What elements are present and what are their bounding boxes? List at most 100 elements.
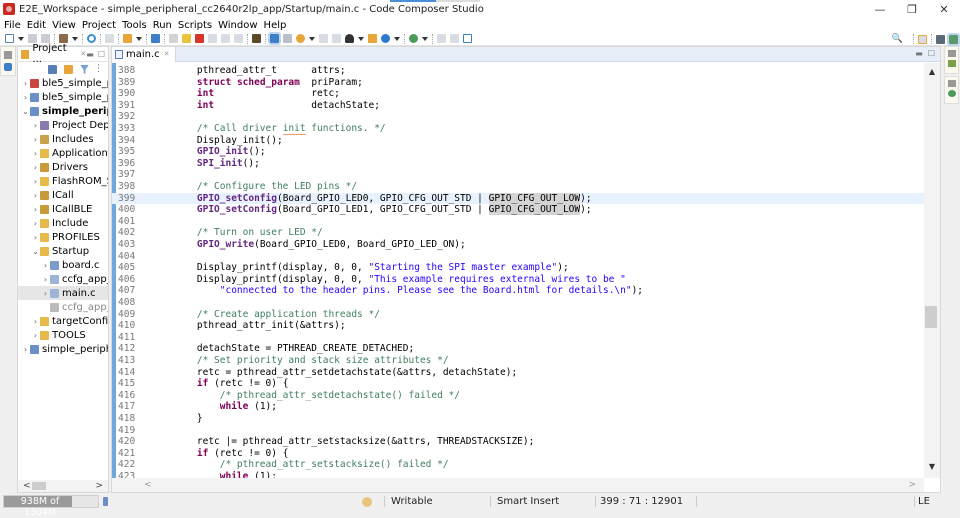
project-explorer-tab[interactable]: Project ... ✕ ▬ ☐	[18, 43, 108, 65]
step-into-icon[interactable]	[208, 34, 217, 43]
chevron-down-icon[interactable]: ⌄	[31, 247, 40, 256]
chevron-right-icon[interactable]: ›	[41, 275, 50, 284]
chevron-right-icon[interactable]: ›	[21, 79, 30, 88]
gear-view-icon[interactable]	[947, 90, 956, 97]
chevron-right-icon[interactable]: ›	[31, 191, 40, 200]
tree-item[interactable]: › Project Dependencies	[18, 118, 108, 132]
chevron-right-icon[interactable]: ›	[31, 135, 40, 144]
link-with-editor-icon[interactable]	[64, 64, 73, 74]
restore-button[interactable]: ❐	[896, 0, 928, 18]
filter-icon[interactable]	[80, 64, 89, 74]
code-line[interactable]: 391 int detachState;	[112, 100, 924, 112]
code-line[interactable]: 407 "connected to the header pins. Pleas…	[112, 285, 924, 297]
minimize-button[interactable]: —	[864, 0, 896, 18]
menu-view[interactable]: View	[49, 20, 79, 31]
close-button[interactable]: ✕	[928, 0, 960, 18]
tree-item[interactable]: › TOOLS	[18, 328, 108, 342]
scroll-left-icon[interactable]: <	[23, 481, 31, 491]
tree-item[interactable]: › ble5_simple_peripheral_cc2640r2lp_app	[18, 76, 108, 90]
chevron-right-icon[interactable]: ›	[21, 93, 30, 102]
code-line[interactable]: 401	[112, 216, 924, 228]
scroll-right-icon[interactable]: >	[908, 480, 916, 490]
editor-horizontal-scrollbar[interactable]: < >	[112, 478, 924, 492]
debug-icon[interactable]	[87, 34, 96, 43]
build-dropdown-icon[interactable]	[72, 36, 78, 41]
ccs-edit-perspective-icon[interactable]	[936, 34, 945, 44]
collapse-all-icon[interactable]	[48, 64, 57, 74]
chevron-right-icon[interactable]: ›	[31, 149, 40, 158]
code-line[interactable]: 392	[112, 111, 924, 123]
code-line[interactable]: 413 /* Set priority and stack size attri…	[112, 355, 924, 367]
build-hammer-icon[interactable]	[59, 34, 68, 43]
resume-icon[interactable]	[169, 34, 178, 43]
tree-item[interactable]: ccfg_app_ble_rcosc.c	[18, 300, 108, 314]
code-line[interactable]: 395 GPIO_init();	[112, 146, 924, 158]
chevron-right-icon[interactable]: ›	[21, 345, 30, 354]
code-line[interactable]: 414 retc = pthread_attr_setdetachstate(&…	[112, 367, 924, 379]
scroll-down-icon[interactable]: ▼	[924, 462, 940, 474]
chevron-right-icon[interactable]: ›	[31, 331, 40, 340]
debug-dropdown-icon[interactable]	[394, 36, 400, 41]
code-line[interactable]: 388 pthread_attr_t attrs;	[112, 65, 924, 77]
tree-item[interactable]: › Include	[18, 216, 108, 230]
code-line[interactable]: 416 /* pthread_attr_setdetachstate() fai…	[112, 390, 924, 402]
code-line[interactable]: 393 /* Call driver init functions. */	[112, 123, 924, 135]
code-line[interactable]: 404	[112, 251, 924, 263]
code-line[interactable]: 398 /* Configure the LED pins */	[112, 181, 924, 193]
external-tool-icon[interactable]	[345, 34, 354, 43]
view-menu-icon[interactable]: ⋮	[94, 64, 103, 74]
code-line[interactable]: 409 /* Create application threads */	[112, 309, 924, 321]
code-line[interactable]: 417 while (1);	[112, 401, 924, 413]
tree-item[interactable]: › FlashROM_StackLibrary	[18, 174, 108, 188]
target-icon[interactable]	[105, 34, 114, 43]
explorer-horizontal-scrollbar[interactable]: < >	[18, 480, 108, 492]
menu-edit[interactable]: Edit	[24, 20, 49, 31]
scroll-left-icon[interactable]: <	[144, 480, 152, 490]
code-line[interactable]: 422 /* pthread_attr_setstacksize() faile…	[112, 459, 924, 471]
maximize-view-icon[interactable]: ☐	[98, 50, 105, 59]
code-line[interactable]: 405 Display_printf(display, 0, 0, "Start…	[112, 262, 924, 274]
code-line[interactable]: 419	[112, 425, 924, 437]
chevron-right-icon[interactable]: ›	[31, 121, 40, 130]
debug-bug-icon[interactable]	[381, 34, 390, 43]
chevron-down-icon[interactable]: ⌄	[21, 107, 30, 116]
outline-view-icon[interactable]	[947, 60, 956, 67]
tree-item[interactable]: ⌄ simple_peripheral_cc2640r2lp_app	[18, 104, 108, 118]
tree-item[interactable]: › main.c	[18, 286, 108, 300]
insert-mode-status[interactable]: Smart Insert	[497, 493, 559, 510]
maximize-editor-icon[interactable]: ☐	[928, 49, 935, 58]
run-green-icon[interactable]	[368, 34, 377, 43]
tree-item[interactable]: › board.c	[18, 258, 108, 272]
tree-item[interactable]: › ICallBLE	[18, 202, 108, 216]
code-line[interactable]: 408	[112, 297, 924, 309]
code-line[interactable]: 396 SPI_init();	[112, 158, 924, 170]
editor-vertical-scrollbar[interactable]: ▲ ▼	[924, 63, 940, 478]
memory-grid-icon[interactable]	[252, 34, 261, 43]
breakpoint-icon[interactable]	[319, 34, 328, 43]
menu-help[interactable]: Help	[261, 20, 290, 31]
save-all-icon[interactable]	[41, 34, 50, 43]
suspend-icon[interactable]	[182, 34, 191, 43]
menu-run[interactable]: Run	[150, 20, 175, 31]
connect-icon[interactable]	[151, 34, 160, 43]
search-icon[interactable]: 🔍	[892, 34, 903, 44]
tree-item[interactable]: › simple_peripheral_cc2640r2lp_stack_libr…	[18, 342, 108, 356]
code-line[interactable]: 418 }	[112, 413, 924, 425]
tree-item[interactable]: › Includes	[18, 132, 108, 146]
tree-item[interactable]: › ble5_simple_peripheral_cc2640r2lp_stack	[18, 90, 108, 104]
tree-item[interactable]: › targetConfigs	[18, 314, 108, 328]
code-line[interactable]: 411	[112, 332, 924, 344]
scrollbar-thumb[interactable]	[32, 482, 46, 490]
garbage-collect-icon[interactable]	[103, 497, 108, 506]
step-return-icon[interactable]	[234, 34, 243, 43]
tree-item[interactable]: › Drivers	[18, 160, 108, 174]
chevron-right-icon[interactable]: ›	[41, 261, 50, 270]
save-icon[interactable]	[28, 34, 37, 43]
external-tool-dropdown-icon[interactable]	[358, 36, 364, 41]
clock-dropdown-icon[interactable]	[309, 36, 315, 41]
code-line[interactable]: 412 detachState = PTHREAD_CREATE_DETACHE…	[112, 343, 924, 355]
chevron-right-icon[interactable]: ›	[41, 289, 50, 298]
new-window-icon[interactable]	[463, 34, 472, 43]
ccs-debug-perspective-icon[interactable]	[947, 32, 960, 46]
chevron-right-icon[interactable]: ›	[31, 219, 40, 228]
